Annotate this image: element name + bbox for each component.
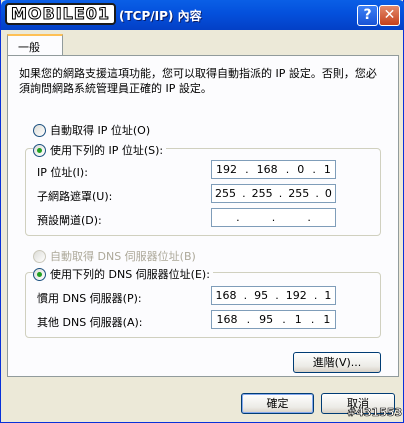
subnet-mask-field[interactable]: 255. 255. 255. 0 xyxy=(211,184,336,203)
ip-address-label: IP 位址(I): xyxy=(37,166,88,179)
window-title: (TCP/IP) 內容 xyxy=(119,9,202,23)
subnet-mask-label: 子網路遮罩(U): xyxy=(37,190,113,203)
ip-octet-2: 168 xyxy=(256,163,278,176)
help-button[interactable]: ? xyxy=(357,5,378,26)
pdns-octet-3: 192 xyxy=(285,289,307,302)
default-gateway-label: 預設閘道(D): xyxy=(37,214,102,227)
alternate-dns-field[interactable]: 168. 95. 1. 1 xyxy=(211,310,336,329)
auto-ip-radio[interactable] xyxy=(33,123,46,137)
auto-dns-label: 自動取得 DNS 伺服器位址(B) xyxy=(50,250,196,263)
subnet-octet-4: 0 xyxy=(324,187,332,200)
description-text: 如果您的網路支援這項功能，您可以取得自動指派的 IP 設定。否則，您必須詢問網路… xyxy=(19,67,377,95)
auto-dns-radio[interactable] xyxy=(33,249,46,263)
manual-dns-label: 使用下列的 DNS 伺服器位址(E): xyxy=(50,268,210,281)
advanced-button[interactable]: 進階(V)... xyxy=(293,352,381,373)
tab-general[interactable]: 一般 xyxy=(7,34,63,56)
question-icon: ? xyxy=(363,7,372,23)
preferred-dns-field[interactable]: 168. 95. 192. 1 xyxy=(211,286,336,305)
adns-octet-3: 1 xyxy=(294,313,302,326)
title-bar[interactable]: (TCP/IP) 內容 MOBILE01 ? ✕ xyxy=(1,0,404,30)
pdns-octet-2: 95 xyxy=(254,289,269,302)
mobile01-logo: MOBILE01 xyxy=(5,3,117,25)
auto-dns-option[interactable]: 自動取得 DNS 伺服器位址(B) xyxy=(33,248,196,264)
manual-ip-radio[interactable] xyxy=(33,143,46,157)
pdns-octet-4: 1 xyxy=(324,289,332,302)
subnet-octet-2: 255 xyxy=(251,187,273,200)
subnet-octet-1: 255 xyxy=(215,187,237,200)
ip-octet-4: 1 xyxy=(323,163,331,176)
subnet-octet-3: 255 xyxy=(288,187,310,200)
alternate-dns-label: 其他 DNS 伺服器(A): xyxy=(37,316,143,329)
ip-octet-1: 192 xyxy=(216,163,238,176)
close-button[interactable]: ✕ xyxy=(379,5,400,26)
manual-ip-label: 使用下列的 IP 位址(S): xyxy=(50,144,164,157)
tab-general-label: 一般 xyxy=(18,41,40,54)
default-gateway-field[interactable]: . . . xyxy=(211,208,336,227)
ok-button[interactable]: 確定 xyxy=(241,393,314,414)
ip-octet-3: 0 xyxy=(297,163,305,176)
manual-ip-option[interactable]: 使用下列的 IP 位址(S): xyxy=(33,142,167,158)
manual-dns-option[interactable]: 使用下列的 DNS 伺服器位址(E): xyxy=(33,266,213,282)
auto-ip-option[interactable]: 自動取得 IP 位址(O) xyxy=(33,122,150,138)
manual-dns-radio[interactable] xyxy=(33,267,46,281)
auto-ip-label: 自動取得 IP 位址(O) xyxy=(50,124,151,137)
adns-octet-2: 95 xyxy=(259,313,274,326)
watermark: #431553 xyxy=(347,406,403,420)
ip-address-field[interactable]: 192. 168. 0. 1 xyxy=(211,160,336,179)
close-icon: ✕ xyxy=(383,7,396,23)
adns-octet-1: 168 xyxy=(216,313,238,326)
pdns-octet-1: 168 xyxy=(215,289,237,302)
tcpip-properties-dialog: (TCP/IP) 內容 MOBILE01 ? ✕ 一般 如果您的網路支援這項功能… xyxy=(0,0,404,423)
preferred-dns-label: 慣用 DNS 伺服器(P): xyxy=(37,292,142,305)
adns-octet-4: 1 xyxy=(323,313,331,326)
